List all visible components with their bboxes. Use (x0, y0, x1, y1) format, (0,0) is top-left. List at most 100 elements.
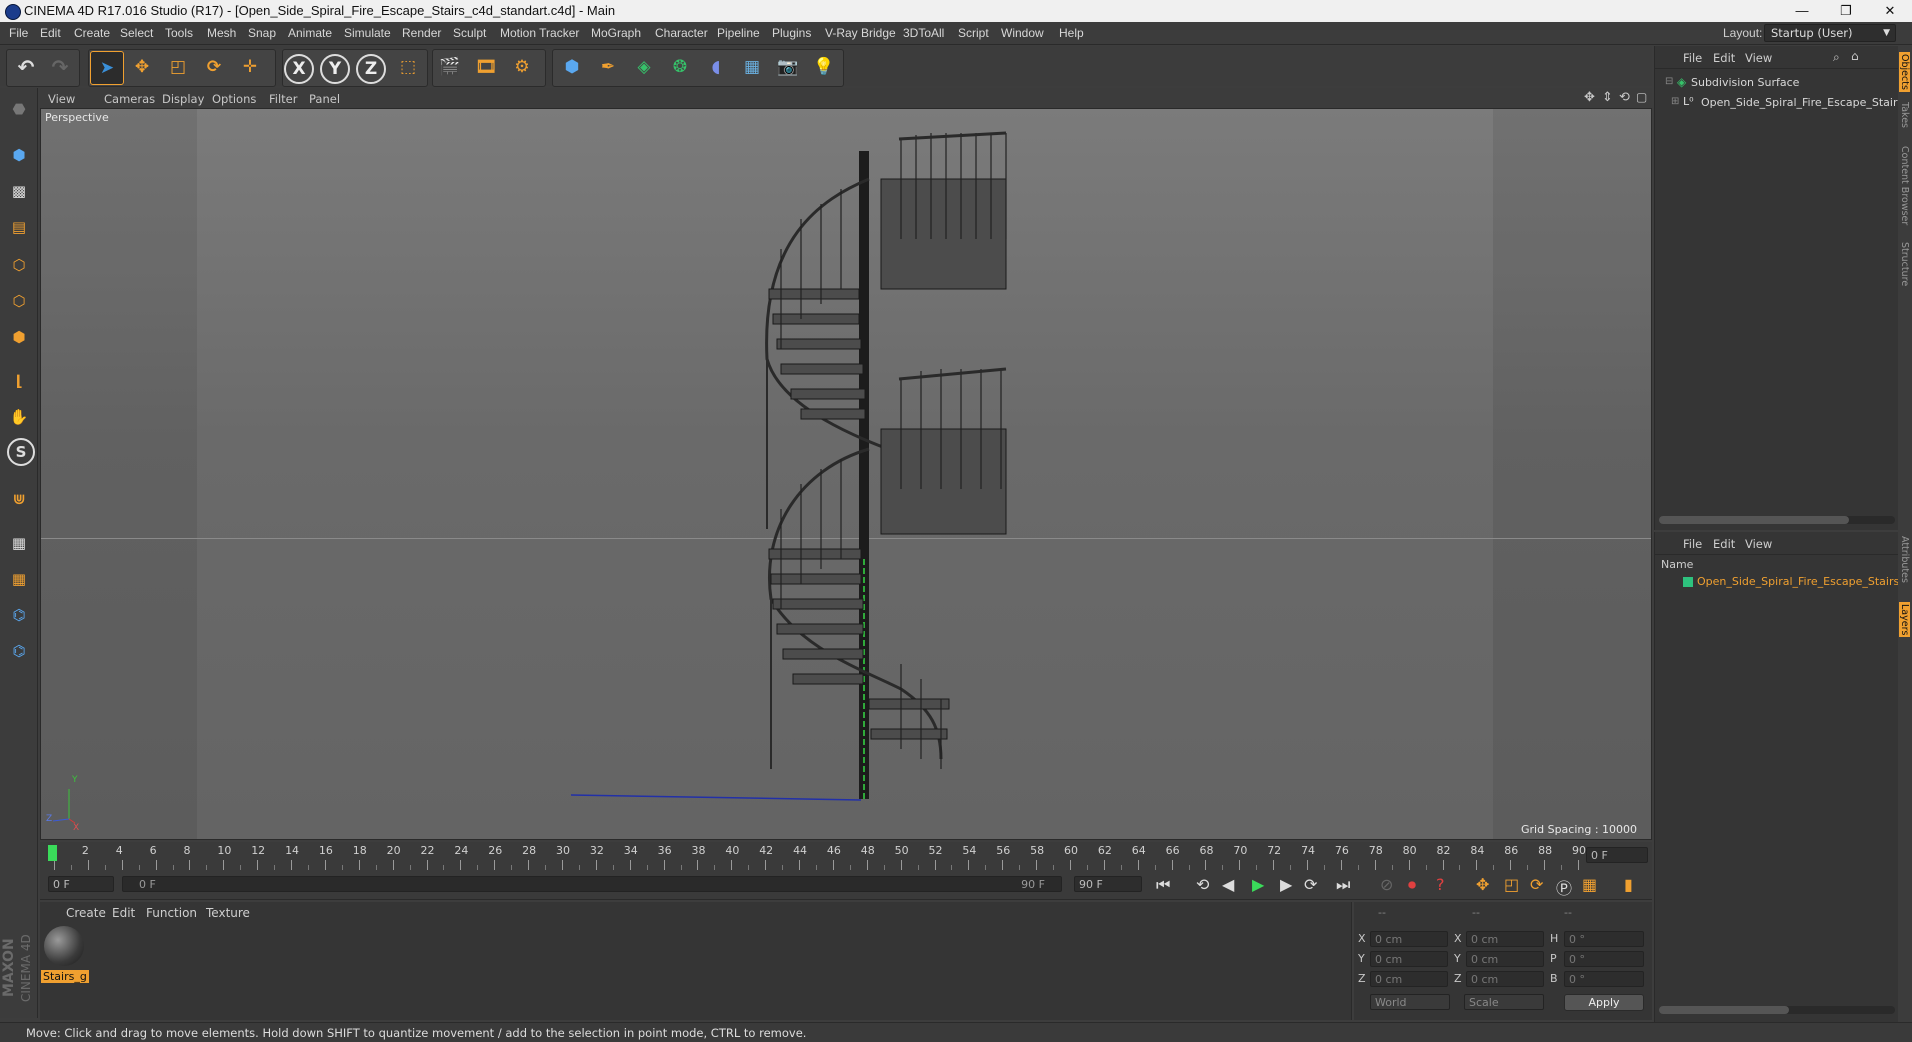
layer-name[interactable]: Open_Side_Spiral_Fire_Escape_Stairs (1697, 575, 1899, 588)
material-name[interactable]: Stairs_g (41, 970, 89, 983)
zoom-view-icon[interactable]: ⇕ (1602, 90, 1613, 105)
minimize-button[interactable]: — (1780, 0, 1824, 22)
layer-scrollbar[interactable] (1659, 1006, 1895, 1014)
coord-size-x-field[interactable]: 0 cm (1466, 931, 1544, 947)
light-icon[interactable]: 💡 (808, 51, 840, 83)
record-icon[interactable]: ⏺ (1408, 875, 1416, 895)
layer-menu-file[interactable]: File (1683, 537, 1702, 551)
viewport-menu-options[interactable]: Options (212, 92, 256, 106)
key-scale-icon[interactable]: ◰ (1504, 875, 1519, 894)
go-to-start-icon[interactable]: ⏮ (1156, 875, 1170, 895)
current-frame-field[interactable]: 0 F (1586, 847, 1648, 863)
deformer-icon[interactable]: ◖ (700, 51, 732, 83)
rotate-icon[interactable]: ⟳ (198, 51, 230, 83)
obj-menu-view[interactable]: View (1745, 51, 1772, 65)
menu-edit[interactable]: Edit (40, 26, 61, 40)
step-back-icon[interactable]: ◀ (1222, 875, 1234, 894)
coord-rot-h-field[interactable]: 0 ° (1564, 931, 1644, 947)
viewport-menu-panel[interactable]: Panel (309, 92, 340, 106)
go-to-end-icon[interactable]: ⏭ (1336, 875, 1350, 895)
tab-takes[interactable]: Takes (1899, 102, 1910, 128)
key-rotate-icon[interactable]: ⟳ (1530, 875, 1543, 894)
close-button[interactable]: ✕ (1868, 0, 1912, 22)
coord-pos-z-field[interactable]: 0 cm (1370, 971, 1448, 987)
cube-icon[interactable]: ⬢ (556, 51, 588, 83)
menu-file[interactable]: File (9, 26, 28, 40)
axis-x-icon[interactable]: X (284, 54, 314, 84)
menu-motion-tracker[interactable]: Motion Tracker (500, 26, 579, 40)
viewport-menu-filter[interactable]: Filter (269, 92, 297, 106)
pen-icon[interactable]: ✒ (592, 51, 624, 83)
camera-icon[interactable]: 📷 (772, 51, 804, 83)
axis-mode-icon[interactable]: ⌊ (4, 366, 34, 396)
object-subdivision-surface[interactable]: Subdivision Surface (1691, 76, 1799, 89)
step-forward-icon[interactable]: ▶ (1280, 875, 1292, 894)
planar-workplane-icon[interactable]: ▦ (4, 564, 34, 594)
render-settings-icon[interactable]: ⚙ (506, 51, 538, 83)
obj-menu-file[interactable]: File (1683, 51, 1702, 65)
menu-animate[interactable]: Animate (288, 26, 332, 40)
material-preview[interactable] (44, 926, 84, 966)
axis-z-icon[interactable]: Z (356, 54, 386, 84)
coord-size-y-field[interactable]: 0 cm (1466, 951, 1544, 967)
tab-content-browser[interactable]: Content Browser (1899, 146, 1910, 225)
snap-icon[interactable]: S (7, 438, 35, 466)
layer-menu-view[interactable]: View (1745, 537, 1772, 551)
maximize-button[interactable]: ❐ (1824, 0, 1868, 22)
menu-sculpt[interactable]: Sculpt (453, 26, 486, 40)
edges-mode-icon[interactable]: ⬡ (4, 286, 34, 316)
menu-create[interactable]: Create (74, 26, 110, 40)
pan-view-icon[interactable]: ✥ (1584, 90, 1595, 105)
menu-snap[interactable]: Snap (248, 26, 276, 40)
start-frame-field[interactable]: 0 F (48, 876, 114, 892)
key-pla-icon[interactable]: ▦ (1582, 875, 1597, 894)
menu-plugins[interactable]: Plugins (772, 26, 811, 40)
menu-select[interactable]: Select (120, 26, 153, 40)
menu-script[interactable]: Script (958, 26, 989, 40)
python-icon[interactable]: ⌬ (4, 600, 34, 630)
apply-button[interactable]: Apply (1564, 994, 1644, 1011)
rotate-view-icon[interactable]: ⟲ (1619, 90, 1630, 105)
play-icon[interactable]: ▶ (1252, 875, 1264, 894)
polygons-mode-icon[interactable]: ⬢ (4, 322, 34, 352)
subdivision-icon[interactable]: ◈ (628, 51, 660, 83)
render-view-icon[interactable]: 🎬 (434, 51, 466, 83)
end-frame-field[interactable]: 90 F (1074, 876, 1142, 892)
move-icon[interactable]: ✥ (126, 51, 158, 83)
lock-workplane-icon[interactable]: ▦ (4, 528, 34, 558)
menu-tools[interactable]: Tools (165, 26, 193, 40)
search-icon[interactable]: ⌕ (1833, 50, 1840, 65)
spiral-staircase-model[interactable] (41, 109, 1652, 840)
menu-help[interactable]: Help (1059, 26, 1084, 40)
coord-size-mode-select[interactable]: Scale (1464, 994, 1544, 1010)
tab-attributes[interactable]: Attributes (1899, 536, 1910, 583)
menu-mesh[interactable]: Mesh (207, 26, 236, 40)
texture-mode-icon[interactable]: ▩ (4, 176, 34, 206)
mat-menu-texture[interactable]: Texture (206, 906, 250, 920)
scale-icon[interactable]: ◰ (162, 51, 194, 83)
layer-menu-edit[interactable]: Edit (1713, 537, 1735, 551)
coord-pos-x-field[interactable]: 0 cm (1370, 931, 1448, 947)
auto-key-icon[interactable]: ? (1436, 875, 1445, 894)
coord-rot-p-field[interactable]: 0 ° (1564, 951, 1644, 967)
move-plus-icon[interactable]: ✛ (234, 51, 266, 83)
axis-y-icon[interactable]: Y (320, 54, 350, 84)
timeline-window-icon[interactable]: ▮ (1624, 875, 1633, 894)
menu-mograph[interactable]: MoGraph (591, 26, 641, 40)
cloner-icon[interactable]: ❂ (664, 51, 696, 83)
tab-objects[interactable]: Objects (1899, 52, 1910, 92)
workplane-mode-icon[interactable]: ▤ (4, 212, 34, 242)
viewport-menu-display[interactable]: Display (162, 92, 204, 106)
viewport-menu-view[interactable]: View (48, 92, 75, 106)
tree-toggle-icon[interactable]: ⊞ (1671, 96, 1679, 107)
mat-menu-create[interactable]: Create (66, 906, 106, 920)
tab-layers[interactable]: Layers (1899, 602, 1910, 638)
viewport-perspective[interactable]: Perspective Y Z X Grid Spacing: 10000 (40, 108, 1652, 840)
menu-vray-bridge[interactable]: V-Ray Bridge (825, 26, 896, 40)
menu-window[interactable]: Window (1001, 26, 1044, 40)
coord-rot-b-field[interactable]: 0 ° (1564, 971, 1644, 987)
coord-pos-y-field[interactable]: 0 cm (1370, 951, 1448, 967)
model-mode-icon[interactable]: ⬢ (4, 140, 34, 170)
menu-simulate[interactable]: Simulate (344, 26, 391, 40)
obj-menu-edit[interactable]: Edit (1713, 51, 1735, 65)
